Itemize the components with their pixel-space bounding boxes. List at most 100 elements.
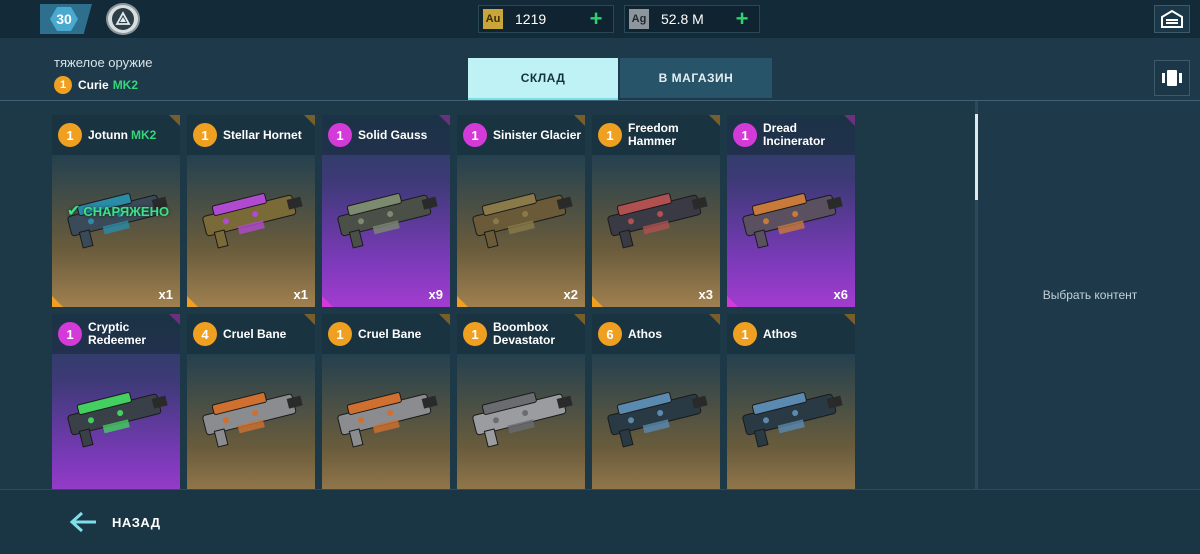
card-header: 1 Dread Incinerator	[727, 115, 855, 155]
weapon-mk: MK2	[131, 127, 157, 142]
checkmark-icon: ✔	[66, 203, 81, 220]
weapon-count: x6	[833, 287, 848, 302]
weapon-card[interactable]: 1 Freedom Hammer x3	[592, 115, 720, 307]
weapon-image	[742, 193, 843, 249]
select-content-hint: Выбрать контент	[1042, 288, 1138, 302]
weapon-name: Jotunn MK2	[88, 127, 157, 142]
weapon-card[interactable]: 1 Boombox Devastator	[457, 314, 585, 489]
weapon-level: 1	[598, 123, 622, 147]
weapon-count: x1	[293, 287, 308, 302]
weapon-image	[202, 193, 303, 249]
tab-shop[interactable]: В МАГАЗИН	[620, 58, 772, 98]
card-header: 1 Freedom Hammer	[592, 115, 720, 155]
card-header: 1 Boombox Devastator	[457, 314, 585, 354]
add-gold-button[interactable]: +	[587, 8, 605, 30]
weapon-level: 4	[193, 322, 217, 346]
rarity-corner	[52, 296, 63, 307]
weapon-image	[337, 193, 438, 249]
weapon-name: Solid Gauss	[358, 128, 427, 142]
weapon-level: 1	[733, 123, 757, 147]
footer-bar: НАЗАД	[0, 489, 1200, 554]
weapon-count: x2	[563, 287, 578, 302]
weapon-card[interactable]: 1 Jotunn MK2 ✔ СНАРЯЖЕНО x1	[52, 115, 180, 307]
weapon-card[interactable]: 1 Solid Gauss x9	[322, 115, 450, 307]
weapon-name-text: Sinister Glacier	[493, 127, 582, 142]
weapon-image	[472, 193, 573, 249]
card-header: 1 Cryptic Redeemer	[52, 314, 180, 354]
back-label: НАЗАД	[112, 514, 161, 530]
weapon-name: Cruel Bane	[223, 327, 286, 341]
weapon-grid: 1 Jotunn MK2 ✔ СНАРЯЖЕНО x1 1 Stellar Hornet x1 1…	[0, 101, 975, 489]
weapon-category: тяжелое оружие	[54, 55, 153, 70]
weapon-name: Freedom Hammer	[628, 122, 720, 148]
weapon-name: Boombox Devastator	[493, 321, 585, 347]
weapon-level: 6	[598, 322, 622, 346]
weapon-image	[472, 392, 573, 448]
weapon-count: x3	[698, 287, 713, 302]
weapon-image	[67, 392, 168, 448]
robot-info: 1 Curie MK2	[54, 76, 138, 94]
garage-icon	[1161, 9, 1183, 28]
gold-coin-icon: Au	[483, 9, 503, 29]
weapon-count: x9	[428, 287, 443, 302]
weapon-level: 1	[463, 322, 487, 346]
card-header: 1 Solid Gauss	[322, 115, 450, 155]
rarity-corner	[187, 296, 198, 307]
weapon-image	[607, 392, 708, 448]
rarity-corner	[727, 296, 738, 307]
weapon-name-text: Cryptic Redeemer	[88, 320, 147, 347]
weapon-name-text: Dread Incinerator	[763, 121, 826, 148]
rank-emblem-icon[interactable]	[106, 3, 140, 35]
weapon-card[interactable]: 1 Stellar Hornet x1	[187, 115, 315, 307]
weapon-name-text: Athos	[628, 326, 662, 341]
weapon-name-text: Stellar Hornet	[223, 127, 302, 142]
player-level: 30	[50, 7, 78, 31]
weapon-level: 1	[58, 123, 82, 147]
card-header: 4 Cruel Bane	[187, 314, 315, 354]
card-header: 1 Jotunn MK2	[52, 115, 180, 155]
weapon-image	[742, 392, 843, 448]
gold-amount: 1219	[515, 11, 547, 27]
player-level-badge[interactable]: 30	[40, 4, 92, 34]
weapon-card[interactable]: 1 Athos	[727, 314, 855, 489]
weapon-name-text: Freedom Hammer	[628, 121, 679, 148]
weapon-card[interactable]: 1 Sinister Glacier x2	[457, 115, 585, 307]
weapon-card[interactable]: 1 Cruel Bane	[322, 314, 450, 489]
top-bar: 30 Au 1219 + Ag 52.8 M +	[0, 0, 1200, 38]
weapon-image	[607, 193, 708, 249]
equipped-text: СНАРЯЖЕНО	[83, 203, 170, 219]
weapon-card[interactable]: 4 Cruel Bane	[187, 314, 315, 489]
filter-icon	[1162, 70, 1182, 86]
garage-button[interactable]	[1154, 5, 1190, 33]
scrollbar-thumb[interactable]	[975, 114, 978, 200]
weapon-level: 1	[193, 123, 217, 147]
weapon-name-text: Cruel Bane	[358, 326, 422, 341]
weapon-name: Athos	[763, 326, 797, 341]
robot-level: 1	[54, 76, 72, 94]
triangle-emblem-icon	[115, 11, 131, 25]
rarity-corner	[592, 296, 603, 307]
weapon-image	[202, 392, 303, 448]
equipped-label: ✔ СНАРЯЖЕНО	[56, 201, 180, 221]
weapon-level: 1	[328, 322, 352, 346]
detail-panel: Выбрать контент	[980, 101, 1200, 489]
card-header: 1 Sinister Glacier	[457, 115, 585, 155]
card-header: 1 Athos	[727, 314, 855, 354]
back-button[interactable]: НАЗАД	[68, 506, 161, 538]
add-silver-button[interactable]: +	[733, 8, 751, 30]
tab-storage[interactable]: СКЛАД	[468, 58, 618, 98]
weapon-name-text: Athos	[763, 326, 797, 341]
rarity-corner	[457, 296, 468, 307]
weapon-count: x1	[158, 287, 173, 302]
card-header: 6 Athos	[592, 314, 720, 354]
robot-mk: MK2	[112, 78, 139, 92]
weapon-card[interactable]: 1 Dread Incinerator x6	[727, 115, 855, 307]
silver-amount: 52.8 M	[661, 11, 704, 27]
weapon-name-text: Boombox Devastator	[493, 320, 556, 347]
header: тяжелое оружие 1 Curie MK2 СКЛАД В МАГАЗ…	[0, 38, 1200, 100]
weapon-card[interactable]: 1 Cryptic Redeemer	[52, 314, 180, 489]
weapon-image	[337, 392, 438, 448]
filter-button[interactable]	[1154, 60, 1190, 96]
weapon-name: Sinister Glacier	[493, 127, 582, 142]
weapon-card[interactable]: 6 Athos	[592, 314, 720, 489]
